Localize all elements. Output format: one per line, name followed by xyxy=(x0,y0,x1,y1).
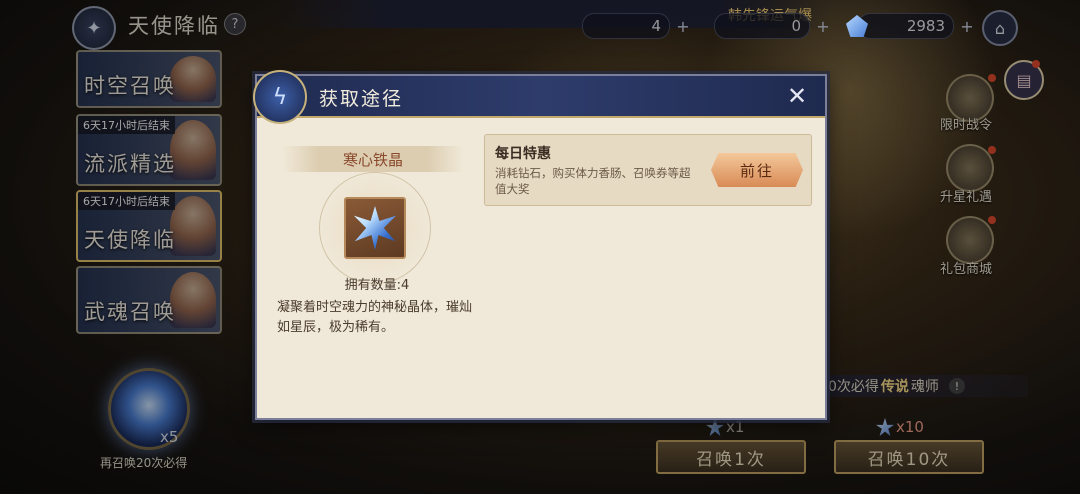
banner-timer: 6天17小时后结束 xyxy=(78,116,175,134)
gift-bag-icon[interactable] xyxy=(946,216,994,264)
notification-dot xyxy=(988,74,996,82)
acquisition-modal: ϟ 获取途径 ✕ 寒心铁晶 拥有数量:4 凝聚着时空魂力的神秘晶体，璀灿如星辰，… xyxy=(253,70,827,420)
page-title: 天使降临 xyxy=(128,14,220,38)
pity-note: 再召唤20次必得 xyxy=(100,456,188,470)
side-label-battle-pass: 限时战令 xyxy=(940,118,993,133)
item-description: 凝聚着时空魂力的神秘晶体，璀灿如星辰，极为稀有。 xyxy=(277,300,473,335)
banner-portrait xyxy=(170,196,216,256)
close-icon: ✕ xyxy=(786,82,808,110)
banner-timer: 6天17小时后结束 xyxy=(78,192,175,210)
crystal-icon xyxy=(353,206,397,250)
home-button[interactable]: ⌂ xyxy=(982,10,1018,46)
guarantee-prefix: 0次必得 xyxy=(828,379,879,395)
side-label-gift-shop: 礼包商城 xyxy=(940,262,993,277)
cost-value: x1 xyxy=(726,418,745,436)
item-name: 寒心铁晶 xyxy=(283,146,463,172)
currency-gold: 0 + xyxy=(714,12,832,40)
source-description: 消耗钻石，购买体力香肠、召唤券等超值大奖 xyxy=(495,166,691,196)
summon-10-cost: x10 xyxy=(876,418,924,436)
source-title: 每日特惠 xyxy=(495,146,551,162)
home-icon: ⌂ xyxy=(994,18,1006,38)
banner-name: 武魂召唤 xyxy=(84,300,176,324)
close-button[interactable]: ✕ xyxy=(783,82,811,110)
add-currency-button[interactable]: + xyxy=(958,17,976,36)
ice-crystal-item xyxy=(344,197,406,259)
currency-diamond: 2983 + xyxy=(846,12,976,40)
compass-icon: ✦ xyxy=(86,17,102,39)
notification-dot xyxy=(988,146,996,154)
banner-name: 时空召唤 xyxy=(84,74,176,98)
guarantee-highlight: 传说 xyxy=(880,379,909,395)
add-currency-button[interactable]: + xyxy=(814,17,832,36)
star-upgrade-icon[interactable] xyxy=(946,144,994,192)
lightning-emblem-icon: ϟ xyxy=(253,70,307,124)
summon-1-label: 召唤1次 xyxy=(696,449,766,470)
source-daily-deal: 每日特惠 消耗钻石，购买体力香肠、召唤券等超值大奖 前往 xyxy=(484,134,812,206)
banner-faction-select[interactable]: 6天17小时后结束 流派精选 xyxy=(76,114,222,186)
info-icon[interactable]: ! xyxy=(948,378,965,394)
owned-count: 拥有数量:4 xyxy=(344,278,410,293)
notification-dot xyxy=(988,216,996,224)
summon-10-label: 召唤10次 xyxy=(867,449,951,470)
banner-time-space-summon[interactable]: 时空召唤 xyxy=(76,50,222,108)
top-bar: ✦ 天使降临 ? 韩先锋运气爆 4 + 0 + 2983 + ⌂ xyxy=(0,0,1080,50)
summon-1-cost: x1 xyxy=(706,418,744,436)
side-label-star-upgrade: 升星礼遇 xyxy=(940,190,993,205)
modal-header: ϟ 获取途径 ✕ xyxy=(253,70,825,124)
banner-portrait xyxy=(170,120,216,180)
summon-ticket-icon xyxy=(876,418,894,436)
notification-dot xyxy=(1032,60,1040,68)
go-button[interactable]: 前往 xyxy=(711,153,803,187)
cost-value: x10 xyxy=(896,418,924,436)
modal-title: 获取途径 xyxy=(319,88,404,110)
banner-portrait xyxy=(170,56,216,102)
question-icon[interactable]: ? xyxy=(224,13,246,35)
currency-value: 2983 xyxy=(858,13,954,39)
banner-name: 天使降临 xyxy=(84,228,176,252)
summon-1-button[interactable]: 召唤1次 xyxy=(656,440,806,474)
add-currency-button[interactable]: + xyxy=(674,17,692,36)
guarantee-suffix: 魂师 xyxy=(910,379,939,395)
currency-silver: 4 + xyxy=(582,12,692,40)
currency-value: 0 xyxy=(714,13,810,39)
currency-value: 4 xyxy=(582,13,670,39)
banner-name: 流派精选 xyxy=(84,152,176,176)
scroll-icon: ▤ xyxy=(1016,70,1032,90)
guarantee-bar: 0次必得 传说 魂师 ! xyxy=(824,375,1028,397)
banner-portrait xyxy=(170,272,216,328)
banner-angel-descent[interactable]: 6天17小时后结束 天使降临 xyxy=(76,190,222,262)
summon-ticket-icon xyxy=(706,418,724,436)
back-button[interactable]: ✦ xyxy=(72,6,116,50)
orb-count: x5 xyxy=(160,428,179,446)
summon-10-button[interactable]: 召唤10次 xyxy=(834,440,984,474)
banner-spirit-summon[interactable]: 武魂召唤 xyxy=(76,266,222,334)
